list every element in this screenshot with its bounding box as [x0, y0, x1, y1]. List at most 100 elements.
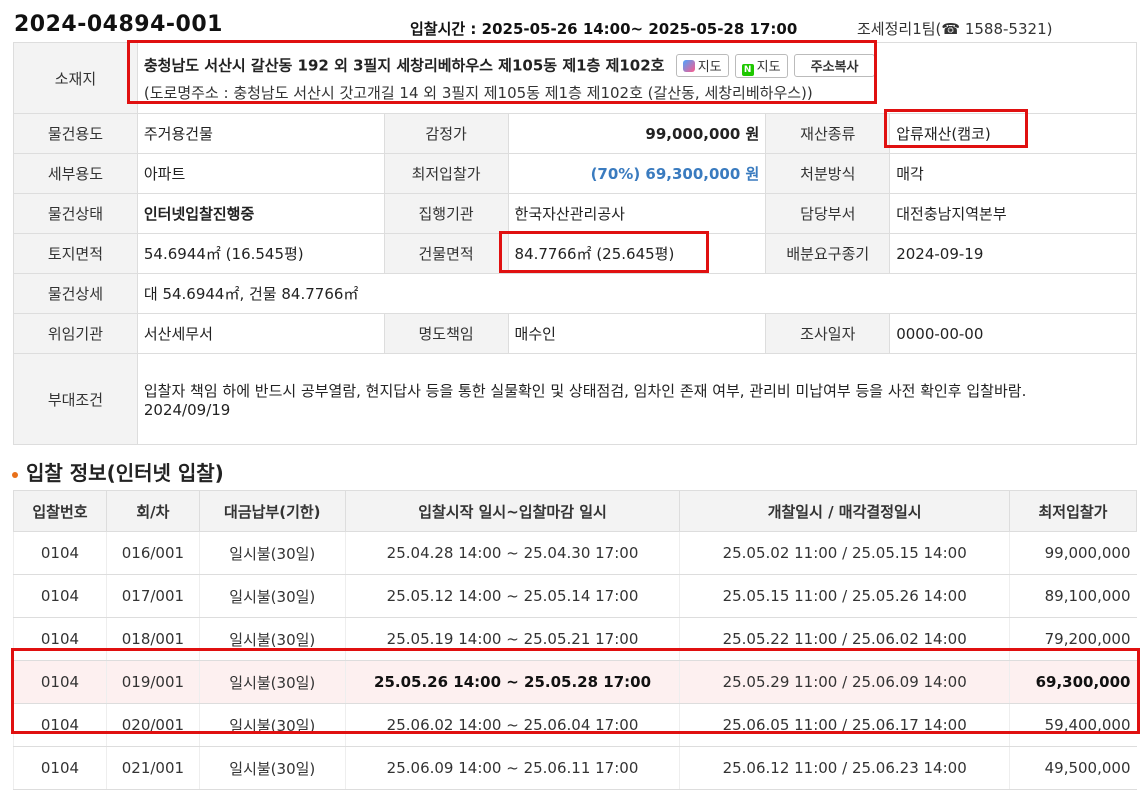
- table-row[interactable]: 0104 016/001 일시불(30일) 25.04.28 14:00 ~ 2…: [13, 531, 1137, 575]
- bldg-area-label: 건물면적: [383, 233, 509, 274]
- bid-period-cell: 25.04.28 14:00 ~ 25.04.30 17:00: [344, 531, 680, 575]
- round-cell: 018/001: [105, 617, 200, 661]
- dept-label: 담당부서: [765, 193, 891, 234]
- copy-address-button[interactable]: 주소복사: [793, 54, 876, 77]
- bid-no-cell: 0104: [13, 574, 107, 618]
- opening-cell: 25.05.15 11:00 / 25.05.26 14:00: [679, 574, 1010, 618]
- round-cell: 017/001: [105, 574, 200, 618]
- asset-type-value: 압류재산(캠코): [889, 113, 1137, 154]
- deadline-label: 배분요구종기: [765, 233, 891, 274]
- survey-value: 0000-00-00: [889, 313, 1137, 354]
- bid-period-cell: 25.06.02 14:00 ~ 25.06.04 17:00: [344, 703, 680, 747]
- naver-map-button[interactable]: N 지도: [734, 53, 788, 78]
- payment-cell: 일시불(30일): [198, 746, 346, 790]
- round-cell: 021/001: [105, 746, 200, 790]
- address-row: 소재지 충청남도 서산시 갈산동 192 외 3필지 세창리베하우스 제105동…: [13, 42, 1138, 114]
- table-row-current[interactable]: 0104 019/001 일시불(30일) 25.05.26 14:00 ~ 2…: [13, 660, 1137, 704]
- bid-schedule-table: 입찰번호 회/차 대금납부(기한) 입찰시작 일시~입찰마감 일시 개찰일시 /…: [13, 490, 1138, 790]
- info-row-status: 물건상태 인터넷입찰진행중 집행기관 한국자산관리공사 담당부서 대전충남지역본…: [13, 193, 1137, 234]
- agency-label: 집행기관: [383, 193, 509, 234]
- address-road: (도로명주소 : 충청남도 서산시 갓고개길 14 외 3필지 제105동 제1…: [143, 83, 813, 102]
- opening-cell: 25.05.22 11:00 / 25.06.02 14:00: [679, 617, 1010, 661]
- condition-label: 부대조건: [13, 353, 138, 445]
- min-price-cell: 59,400,000: [1008, 703, 1137, 747]
- disposal-label: 처분방식: [765, 153, 891, 194]
- address-main-line: 충청남도 서산시 갈산동 192 외 3필지 세창리베하우스 제105동 제1층…: [143, 53, 1130, 78]
- land-area-label: 토지면적: [13, 233, 138, 274]
- deadline-value: 2024-09-19: [889, 233, 1137, 274]
- min-price-cell: 49,500,000: [1008, 746, 1137, 790]
- info-row-area: 토지면적 54.6944㎡ (16.545평) 건물면적 84.7766㎡ (2…: [13, 233, 1137, 274]
- opening-cell: 25.06.12 11:00 / 25.06.23 14:00: [679, 746, 1010, 790]
- asset-type-label: 재산종류: [765, 113, 891, 154]
- liability-label: 명도책임: [383, 313, 509, 354]
- bldg-area-value: 84.7766㎡ (25.645평): [507, 233, 767, 274]
- bid-no-cell: 0104: [13, 531, 107, 575]
- info-row-condition: 부대조건 입찰자 책임 하에 반드시 공부열람, 현지답사 등을 통한 실물확인…: [13, 353, 1138, 445]
- bid-period-cell: 25.05.12 14:00 ~ 25.05.14 17:00: [344, 574, 680, 618]
- status-value: 인터넷입찰진행중: [136, 193, 385, 234]
- usage-label: 물건용도: [13, 113, 138, 154]
- round-cell: 020/001: [105, 703, 200, 747]
- condition-text: 입찰자 책임 하에 반드시 공부열람, 현지답사 등을 통한 실물확인 및 상태…: [143, 381, 1027, 400]
- col-bid-no: 입찰번호: [13, 490, 107, 532]
- table-row[interactable]: 0104 021/001 일시불(30일) 25.06.09 14:00 ~ 2…: [13, 746, 1137, 790]
- delegate-label: 위임기관: [13, 313, 138, 354]
- table-row[interactable]: 0104 018/001 일시불(30일) 25.05.19 14:00 ~ 2…: [13, 617, 1137, 661]
- appraisal-value: 99,000,000 원: [507, 113, 767, 154]
- bullet-icon: [12, 471, 18, 478]
- table-row[interactable]: 0104 020/001 일시불(30일) 25.06.02 14:00 ~ 2…: [13, 703, 1137, 747]
- col-payment: 대금납부(기한): [198, 490, 346, 532]
- land-area-value: 54.6944㎡ (16.545평): [136, 233, 385, 274]
- min-bid-label: 최저입찰가: [383, 153, 509, 194]
- usage-value: 주거용건물: [136, 113, 385, 154]
- daum-map-icon: [682, 60, 695, 72]
- info-row-detail: 물건상세 대 54.6944㎡, 건물 84.7766㎡: [13, 273, 1138, 314]
- round-cell: 019/001: [105, 660, 200, 704]
- col-round: 회/차: [105, 490, 200, 532]
- payment-cell: 일시불(30일): [198, 703, 346, 747]
- daum-map-button[interactable]: 지도: [675, 54, 729, 77]
- status-label: 물건상태: [13, 193, 138, 234]
- sub-usage-value: 아파트: [136, 153, 385, 194]
- dept-value: 대전충남지역본부: [889, 193, 1137, 234]
- daum-map-label: 지도: [697, 60, 722, 75]
- appraisal-label: 감정가: [383, 113, 509, 154]
- address-label: 소재지: [13, 42, 138, 114]
- info-row-sub-usage: 세부용도 아파트 최저입찰가 (70%) 69,300,000 원 처분방식 매…: [13, 153, 1137, 194]
- case-number: 2024-04894-001: [14, 12, 223, 37]
- info-row-delegate: 위임기관 서산세무서 명도책임 매수인 조사일자 0000-00-00: [13, 313, 1137, 354]
- naver-map-icon: N: [741, 63, 754, 76]
- agency-value: 한국자산관리공사: [507, 193, 767, 234]
- delegate-value: 서산세무서: [136, 313, 385, 354]
- opening-cell: 25.05.29 11:00 / 25.06.09 14:00: [679, 660, 1010, 704]
- table-row[interactable]: 0104 017/001 일시불(30일) 25.05.12 14:00 ~ 2…: [13, 574, 1137, 618]
- survey-label: 조사일자: [765, 313, 891, 354]
- info-row-usage: 물건용도 주거용건물 감정가 99,000,000 원 재산종류 압류재산(캠코…: [13, 113, 1137, 154]
- bid-no-cell: 0104: [13, 746, 107, 790]
- detail-value: 대 54.6944㎡, 건물 84.7766㎡: [136, 273, 1138, 314]
- header-bar: 2024-04894-001 입찰시간 : 2025-05-26 14:00~ …: [0, 0, 1143, 42]
- payment-cell: 일시불(30일): [198, 617, 346, 661]
- address-main: 충청남도 서산시 갈산동 192 외 3필지 세창리베하우스 제105동 제1층…: [143, 56, 665, 74]
- min-price-cell: 89,100,000: [1008, 574, 1137, 618]
- address-cell: 충청남도 서산시 갈산동 192 외 3필지 세창리베하우스 제105동 제1층…: [136, 42, 1138, 114]
- bid-section-title-text: 입찰 정보(인터넷 입찰): [26, 461, 224, 485]
- bid-period-cell: 25.06.09 14:00 ~ 25.06.11 17:00: [344, 746, 680, 790]
- bid-no-cell: 0104: [13, 703, 107, 747]
- bid-period-cell: 25.05.26 14:00 ~ 25.05.28 17:00: [344, 660, 680, 704]
- col-opening: 개찰일시 / 매각결정일시: [679, 490, 1010, 532]
- condition-date: 2024/09/19: [143, 400, 231, 419]
- col-bid-period: 입찰시작 일시~입찰마감 일시: [344, 490, 681, 532]
- bid-time: 입찰시간 : 2025-05-26 14:00~ 2025-05-28 17:0…: [410, 20, 798, 38]
- naver-map-label: 지도: [756, 59, 781, 75]
- payment-cell: 일시불(30일): [198, 531, 346, 575]
- payment-cell: 일시불(30일): [198, 660, 346, 704]
- opening-cell: 25.06.05 11:00 / 25.06.17 14:00: [679, 703, 1010, 747]
- property-info-table: 소재지 충청남도 서산시 갈산동 192 외 3필지 세창리베하우스 제105동…: [13, 42, 1138, 445]
- team-contact: 조세정리1팀(☎ 1588-5321): [857, 20, 1053, 38]
- opening-cell: 25.05.02 11:00 / 25.05.15 14:00: [679, 531, 1010, 575]
- sub-usage-label: 세부용도: [13, 153, 138, 194]
- bid-header-row: 입찰번호 회/차 대금납부(기한) 입찰시작 일시~입찰마감 일시 개찰일시 /…: [13, 490, 1138, 532]
- bid-section-title: 입찰 정보(인터넷 입찰): [12, 457, 224, 486]
